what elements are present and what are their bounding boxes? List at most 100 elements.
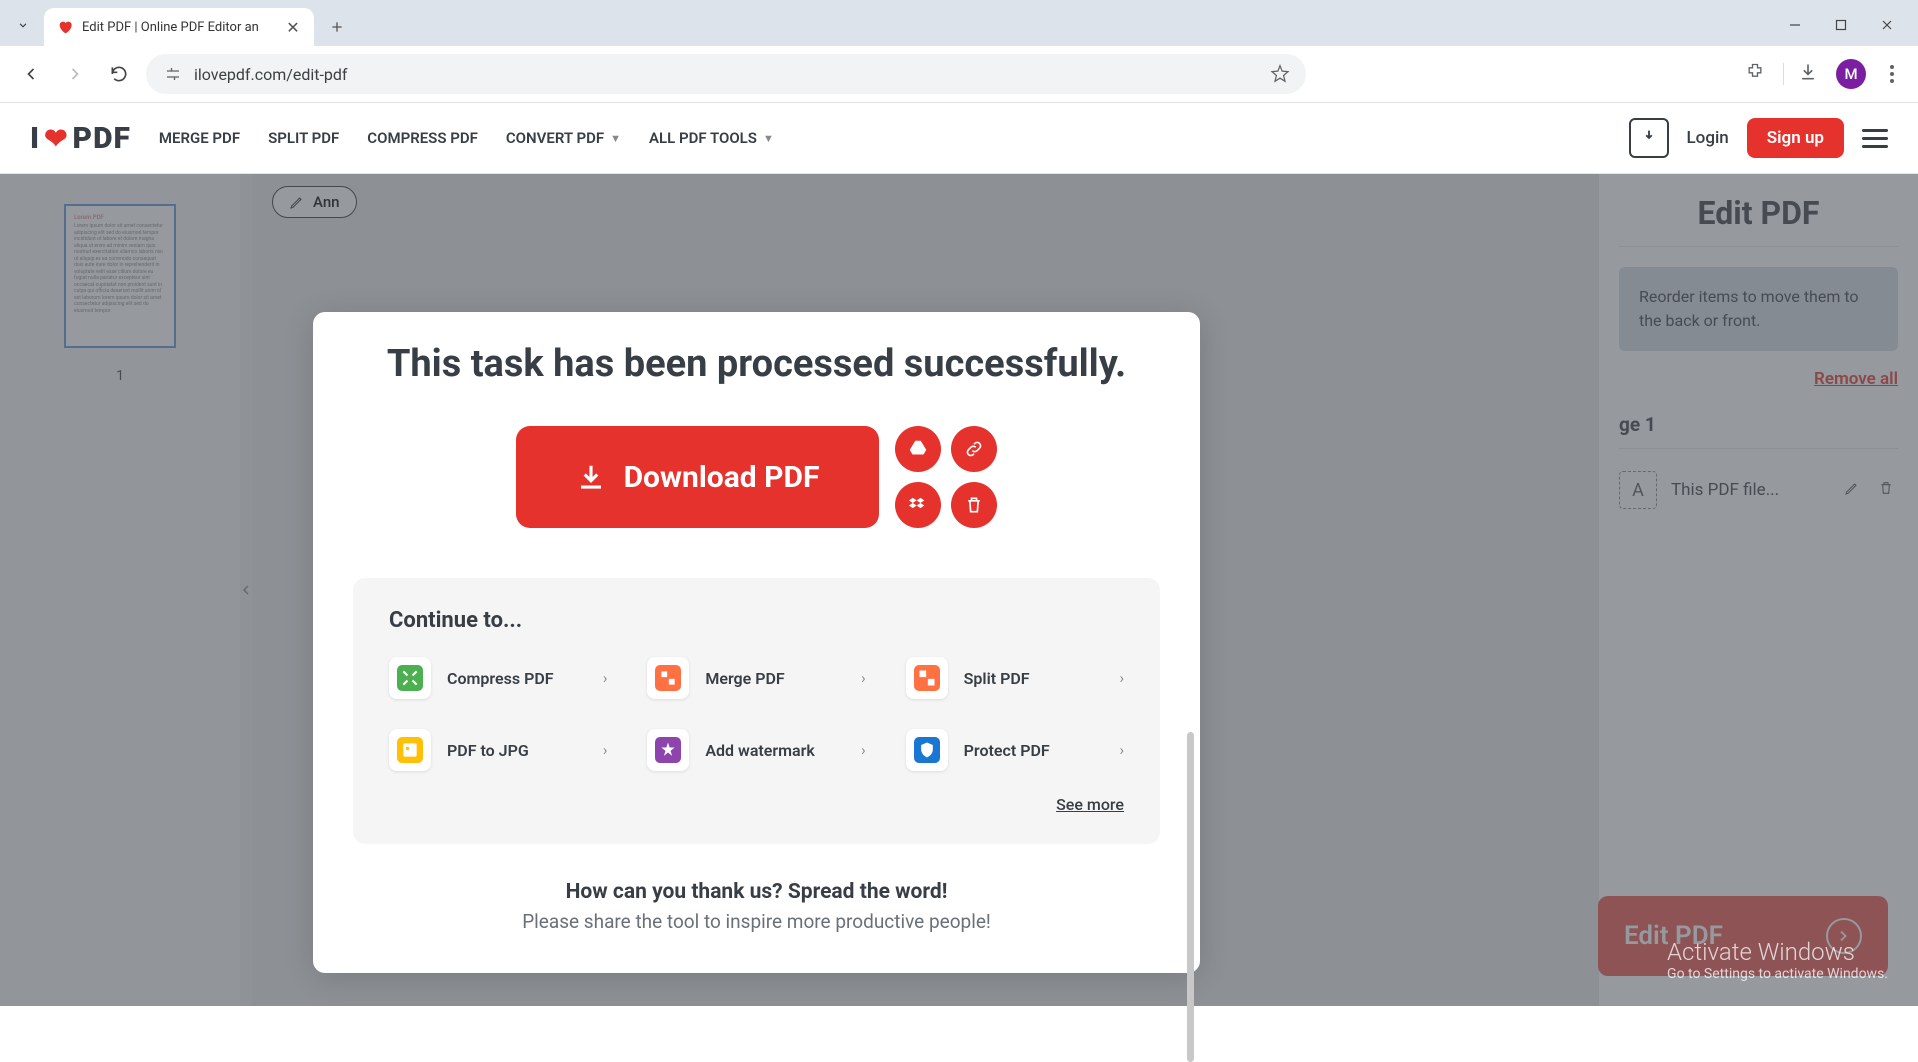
extensions-button[interactable] — [1745, 62, 1769, 86]
close-window-button[interactable] — [1864, 8, 1910, 42]
tool-icon — [397, 737, 423, 763]
site-info-icon[interactable] — [162, 63, 184, 85]
tool-icon — [655, 737, 681, 763]
tool-protect-pdf[interactable]: Protect PDF› — [906, 729, 1124, 771]
header-right: Login Sign up — [1629, 118, 1889, 158]
scrollbar[interactable] — [1187, 732, 1194, 1062]
tool-name: Compress PDF — [447, 669, 587, 688]
toolbar-right: M — [1745, 59, 1904, 89]
divider — [1783, 63, 1784, 85]
signup-button[interactable]: Sign up — [1747, 118, 1844, 158]
heart-icon: ❤ — [44, 122, 68, 155]
continue-title: Continue to... — [389, 608, 1124, 633]
tool-pdf-to-jpg[interactable]: PDF to JPG› — [389, 729, 607, 771]
address-bar[interactable]: ilovepdf.com/edit-pdf — [146, 54, 1306, 94]
star-icon — [1270, 64, 1290, 84]
tool-icon-box — [647, 729, 689, 771]
tool-name: Protect PDF — [964, 741, 1104, 760]
arrow-left-icon — [21, 64, 41, 84]
tool-merge-pdf[interactable]: Merge PDF › — [647, 657, 865, 699]
monitor-download-icon — [1638, 127, 1660, 149]
see-more-link[interactable]: See more — [1056, 795, 1124, 814]
tool-icon-box — [906, 729, 948, 771]
caret-down-icon: ▼ — [763, 132, 774, 145]
dropbox-icon — [907, 494, 929, 516]
browser-tab-strip: Edit PDF | Online PDF Editor an ✕ — [0, 0, 1918, 46]
url-text: ilovepdf.com/edit-pdf — [194, 65, 347, 84]
tool-add-watermark[interactable]: Add watermark › — [647, 729, 865, 771]
browser-menu-button[interactable] — [1880, 65, 1904, 83]
watermark-title: Activate Windows — [1667, 938, 1888, 966]
login-link[interactable]: Login — [1687, 128, 1729, 148]
tool-icon — [397, 665, 423, 691]
content-area: Lorem PDF Lorem ipsum dolor sit amet con… — [0, 174, 1918, 1006]
logo-prefix: I — [30, 121, 40, 156]
tools-grid: Compress PDF›Merge PDF›Split PDF›PDF to … — [389, 657, 1124, 771]
logo-suffix: PDF — [73, 121, 131, 156]
continue-section: Continue to... Compress PDF›Merge PDF›Sp… — [353, 578, 1160, 844]
tool-icon-box — [647, 657, 689, 699]
tab-search-dropdown[interactable] — [8, 10, 38, 40]
tool-split-pdf[interactable]: Split PDF › — [906, 657, 1124, 699]
copy-link-button[interactable] — [951, 426, 997, 472]
nav-compress-pdf[interactable]: COMPRESS PDF — [367, 129, 478, 147]
maximize-button[interactable] — [1818, 8, 1864, 42]
profile-avatar[interactable]: M — [1836, 59, 1866, 89]
nav-split-pdf[interactable]: SPLIT PDF — [268, 129, 339, 147]
minimize-button[interactable] — [1772, 8, 1818, 42]
save-to-dropbox-button[interactable] — [895, 482, 941, 528]
plus-icon — [329, 19, 345, 35]
modal-title: This task has been processed successfull… — [353, 342, 1160, 386]
nav-all-tools[interactable]: ALL PDF TOOLS▼ — [649, 129, 774, 147]
link-icon — [964, 439, 984, 459]
share-title: How can you thank us? Spread the word! — [353, 880, 1160, 904]
close-icon[interactable]: ✕ — [284, 18, 302, 36]
tool-name: Split PDF — [964, 669, 1104, 688]
delete-file-button[interactable] — [951, 482, 997, 528]
windows-activation-watermark: Activate Windows Go to Settings to activ… — [1667, 938, 1888, 982]
heart-icon — [56, 18, 74, 36]
trash-icon — [964, 495, 984, 515]
see-more-wrapper: See more — [389, 795, 1124, 814]
nav-merge-pdf[interactable]: MERGE PDF — [159, 129, 240, 147]
arrow-right-icon — [65, 64, 85, 84]
reload-icon — [109, 64, 129, 84]
browser-tab[interactable]: Edit PDF | Online PDF Editor an ✕ — [44, 8, 314, 46]
chevron-right-icon: › — [861, 669, 866, 687]
watermark-subtitle: Go to Settings to activate Windows. — [1667, 966, 1888, 982]
menu-button[interactable] — [1862, 129, 1888, 148]
chevron-right-icon: › — [603, 741, 608, 759]
download-pdf-button[interactable]: Download PDF — [516, 426, 880, 528]
save-to-drive-button[interactable] — [895, 426, 941, 472]
bookmark-button[interactable] — [1270, 64, 1290, 84]
side-actions — [895, 426, 997, 528]
chevron-right-icon: › — [603, 669, 608, 687]
reload-button[interactable] — [102, 57, 136, 91]
tool-icon-box — [906, 657, 948, 699]
tab-title: Edit PDF | Online PDF Editor an — [82, 20, 276, 35]
chevron-right-icon: › — [1119, 669, 1124, 687]
downloads-button[interactable] — [1798, 62, 1822, 86]
forward-button[interactable] — [58, 57, 92, 91]
tool-name: Merge PDF — [705, 669, 845, 688]
tool-compress-pdf[interactable]: Compress PDF › — [389, 657, 607, 699]
desktop-app-button[interactable] — [1629, 118, 1669, 158]
download-icon — [576, 462, 606, 492]
share-section: How can you thank us? Spread the word! P… — [353, 880, 1160, 933]
share-subtitle: Please share the tool to inspire more pr… — [353, 910, 1160, 933]
chevron-right-icon: › — [861, 741, 866, 759]
window-controls — [1772, 8, 1910, 42]
new-tab-button[interactable] — [322, 12, 352, 42]
download-icon — [1798, 62, 1818, 82]
caret-down-icon: ▼ — [610, 132, 621, 145]
success-modal: This task has been processed successfull… — [313, 312, 1200, 973]
download-row: Download PDF — [353, 426, 1160, 528]
browser-toolbar: ilovepdf.com/edit-pdf M — [0, 46, 1918, 103]
tool-icon — [655, 665, 681, 691]
back-button[interactable] — [14, 57, 48, 91]
tool-icon — [914, 737, 940, 763]
logo[interactable]: I ❤ PDF — [30, 121, 131, 156]
puzzle-icon — [1745, 62, 1765, 82]
tool-name: Add watermark — [705, 741, 845, 760]
nav-convert-pdf[interactable]: CONVERT PDF▼ — [506, 129, 621, 147]
